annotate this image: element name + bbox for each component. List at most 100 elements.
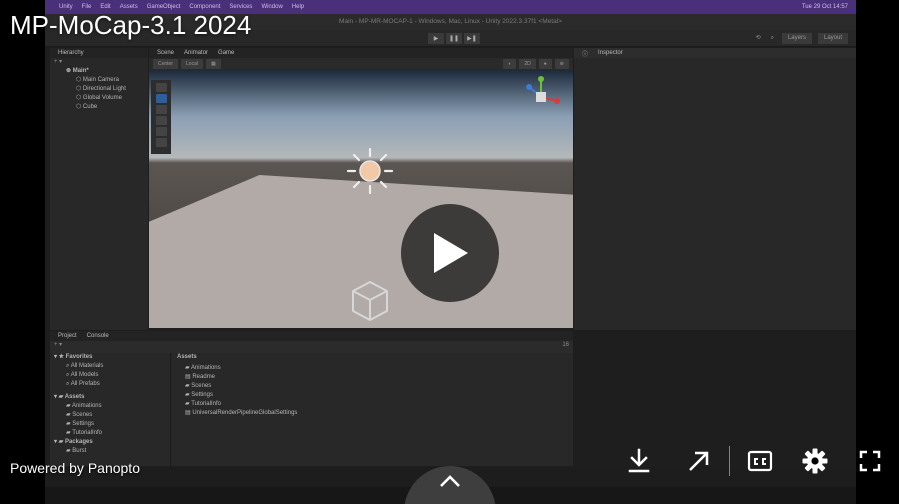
history-icon: ⟲ (755, 35, 761, 41)
asset-item-label: TutorialInfo (191, 401, 221, 407)
download-icon (628, 448, 650, 473)
play-icon (434, 233, 468, 273)
tree-item-label: All Materials (70, 363, 104, 369)
project-breadcrumb: Assets (177, 354, 197, 360)
pivot-dropdown: Center (153, 59, 179, 69)
project-toolbar: + ▾ 16 (50, 341, 573, 353)
tree-item: ▰ TutorialInfo (66, 430, 102, 436)
menubar-clock: Tue 29 Oct 14:57 (801, 4, 848, 10)
search-icon: ⌕ (770, 35, 774, 41)
video-title: MP-MoCap-3.1 2024 (10, 10, 252, 40)
asset-item-label: Animations (190, 365, 221, 371)
tree-item: ▰ Animations (66, 403, 102, 409)
hierarchy-item: ⬡ Main Camera (76, 77, 119, 83)
scene-viewport (149, 70, 573, 328)
hierarchy-item: ⬡ Directional Light (76, 86, 126, 92)
tab-scene: Scene (157, 50, 175, 56)
gizmos-icon: ⊕ (554, 59, 569, 69)
asset-item-label: Scenes (191, 383, 212, 389)
project-tree: ▾ ★ Favorites ⌕ All Materials ⌕ All Mode… (50, 353, 168, 466)
rect-tool-icon (155, 127, 167, 136)
tree-item-label: Burst (72, 448, 87, 454)
move-tool-icon (155, 94, 167, 103)
toolbar-right: ⟲ ⌕ Layers Layout (754, 33, 848, 44)
assets-label: Assets (64, 394, 85, 400)
play-icon: ▶ (428, 33, 444, 44)
fullscreen-button[interactable] (853, 445, 887, 477)
tree-item: ⌕ All Prefabs (66, 381, 100, 387)
hierarchy-item: ⬡ Cube (76, 104, 98, 110)
layers-dropdown: Layers (781, 33, 812, 44)
fullscreen-icon (859, 450, 881, 472)
open-external-button[interactable] (682, 445, 716, 477)
open-external-icon (689, 451, 709, 471)
mode-2d-toggle: 2D (519, 59, 536, 69)
scene-tools (151, 80, 171, 154)
asset-item-label: UniversalRenderPipelineGlobalSettings (192, 410, 298, 416)
hierarchy-item-label: Directional Light (82, 86, 126, 92)
play-button[interactable] (401, 204, 499, 302)
tree-item-label: Scenes (72, 412, 93, 418)
gear-icon (802, 448, 828, 474)
pause-icon: ❚❚ (446, 33, 462, 44)
unity-scene-icon: ⊛ (66, 68, 73, 74)
tab-console: Console (86, 333, 109, 339)
hierarchy-scene-name: Main* (72, 68, 89, 74)
hierarchy-tab: Hierarchy (50, 48, 148, 58)
closed-captions-button[interactable] (743, 445, 777, 477)
rotate-tool-icon (155, 105, 167, 114)
hidden-count: 16 (562, 342, 569, 348)
packages-label: Packages (64, 439, 93, 445)
transform-tool-icon (155, 138, 167, 147)
tree-item: ▰ Burst (66, 448, 87, 454)
tab-game: Game (218, 50, 235, 56)
favorites-label: Favorites (65, 354, 93, 360)
asset-item: ▤ UniversalRenderPipelineGlobalSettings (185, 410, 298, 416)
hierarchy-add-icon: + ▾ (54, 59, 63, 65)
tree-item-label: TutorialInfo (72, 430, 102, 436)
tree-item: ⌕ All Materials (66, 363, 104, 369)
tree-item-label: Animations (71, 403, 102, 409)
hierarchy-panel: Hierarchy + ▾ ⊛ Main* ⬡ Main Camera ⬡ Di… (50, 48, 148, 330)
powered-by-panopto[interactable]: Powered by Panopto (10, 460, 140, 476)
shading-icon: ◐ (503, 59, 517, 69)
tree-item-label: Settings (72, 421, 94, 427)
info-icon: ⓘ (582, 51, 589, 58)
tab-project: Project (58, 333, 77, 339)
inspector-panel: ⓘ Inspector (574, 48, 856, 330)
tree-favorites: ▾ ★ Favorites (54, 354, 93, 360)
project-body: + ▾ 16 ▾ ★ Favorites ⌕ All Materials ⌕ A… (50, 341, 573, 466)
camera-cube-icon (352, 281, 388, 321)
settings-button[interactable] (798, 445, 832, 477)
download-button[interactable] (622, 445, 656, 477)
tree-packages: ▾ ▰ Packages (54, 439, 93, 445)
tab-animator: Animator (184, 50, 209, 56)
asset-item: ▤ Readme (185, 374, 216, 380)
lighting-icon: ● (538, 59, 552, 69)
menu-item: Help (291, 4, 305, 10)
orientation-gizmo-icon (526, 76, 560, 104)
inspector-tab-label: Inspector (598, 50, 623, 56)
asset-item: ▰ Animations (185, 365, 221, 371)
asset-item-label: Settings (191, 392, 213, 398)
tree-item: ▰ Scenes (66, 412, 93, 418)
project-content: Assets ▰ Animations ▤ Readme ▰ Scenes ▰ … (170, 353, 573, 466)
asset-item: ▰ Scenes (185, 383, 212, 389)
inspector-tab: ⓘ Inspector (574, 48, 856, 58)
project-add-icon: + ▾ (54, 342, 63, 348)
tree-item: ⌕ All Models (66, 372, 99, 378)
menu-item: Window (261, 4, 283, 10)
controls-divider (729, 446, 730, 476)
hand-tool-icon (155, 83, 167, 92)
play-controls: ▶ ❚❚ ▶❚ (428, 33, 480, 44)
asset-item-label: Readme (192, 374, 216, 380)
directional-light-icon (346, 147, 394, 195)
grid-icon: ▦ (205, 59, 221, 69)
scene-toolbar: Center Local ▦ ◐ 2D ● ⊕ (149, 58, 573, 70)
asset-item: ▰ TutorialInfo (185, 401, 221, 407)
project-panel: Project Console + ▾ 16 ▾ ★ Favorites ⌕ A… (50, 331, 573, 466)
project-tabs: Project Console (50, 331, 573, 341)
hierarchy-scene-row: ⊛ Main* (50, 67, 148, 76)
scale-tool-icon (155, 116, 167, 125)
chevron-up-icon (440, 475, 460, 487)
